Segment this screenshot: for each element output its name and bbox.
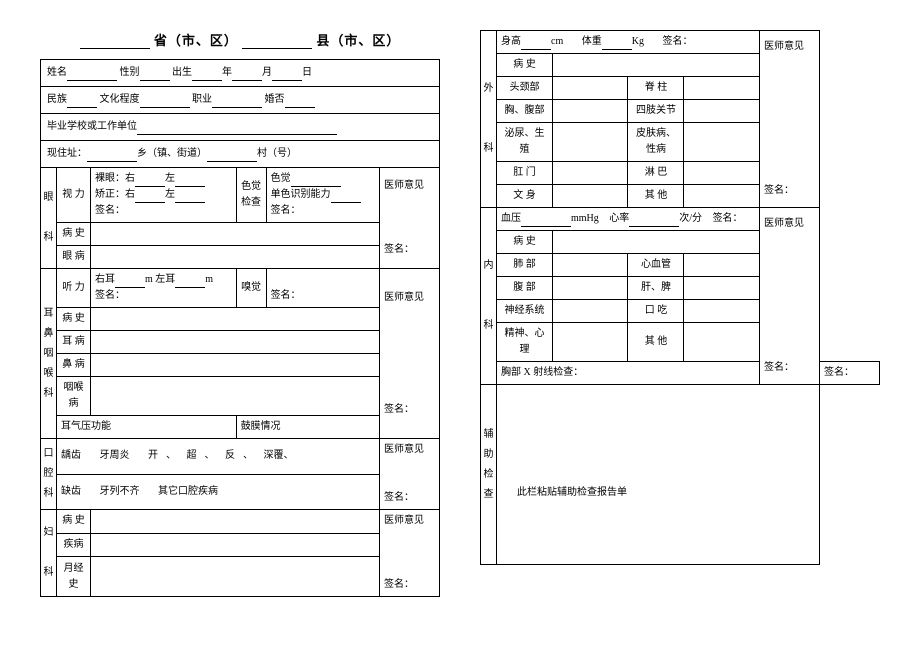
gyn-menses-label: 月经史 <box>57 557 91 597</box>
oral-row-1: 龋齿 牙周炎 开、 超、 反、 深覆、 <box>57 439 380 475</box>
gyn-disease-label: 疾病 <box>57 533 91 557</box>
info-row-2: 民族 文化程度 职业 婚否 <box>41 87 440 114</box>
left-table: 姓名 性别 出生年月日 民族 文化程度 职业 婚否 毕业学校或工作单位 现住址：… <box>40 59 440 597</box>
surg-history-label: 病 史 <box>497 54 553 77</box>
int-opinion: 医师意见 签名： <box>760 208 820 385</box>
oral-opinion: 医师意见 签名： <box>380 439 440 510</box>
int-dept-label: 内 科 <box>481 208 497 385</box>
eye-disease-label: 眼 病 <box>57 246 91 269</box>
ent-nose-label: 鼻 病 <box>57 354 91 377</box>
ent-opinion: 医师意见 签名： <box>380 269 440 439</box>
info-row-1: 姓名 性别 出生年月日 <box>41 60 440 87</box>
gyn-dept-label: 妇 科 <box>41 510 57 597</box>
form-title: 省（市、区） 县（市、区） <box>40 30 440 49</box>
oral-row-2: 缺齿 牙列不齐 其它口腔疾病 <box>57 474 380 510</box>
surg-opinion: 医师意见 签名： <box>760 31 820 208</box>
eye-history-value <box>91 223 380 246</box>
surg-dept-label: 外 科 <box>481 31 497 208</box>
left-page: 省（市、区） 县（市、区） 姓名 性别 出生年月日 民族 文化程度 职业 婚否 … <box>40 30 440 597</box>
eye-opinion: 医师意见 签名： <box>380 168 440 269</box>
int-measure: 血压mmHg 心率次/分 签名： <box>497 208 760 231</box>
ent-hearing-value: 右耳m 左耳m 签名： <box>91 269 237 308</box>
eye-vision-values: 裸眼：右左 矫正：右左 签名： <box>91 168 237 223</box>
right-page: 外 科 身高cm 体重Kg 签名： 医师意见 签名： 病 史 头颈部脊 柱 胸、… <box>480 30 880 597</box>
ent-history-label: 病 史 <box>57 308 91 331</box>
gyn-opinion: 医师意见 签名： <box>380 510 440 597</box>
color-check-label: 色觉 检查 <box>236 168 266 223</box>
ent-dept-label: 耳 鼻 咽 喉 科 <box>41 269 57 439</box>
aux-note: 此栏粘贴辅助检查报告单 <box>497 385 820 565</box>
xray-sign: 签名： <box>820 362 880 385</box>
ent-eardrum-label: 耳气压功能 <box>57 416 237 439</box>
ent-ear-label: 耳 病 <box>57 331 91 354</box>
info-row-3: 毕业学校或工作单位 <box>41 114 440 141</box>
info-row-4: 现住址：乡（镇、街道）村（号） <box>41 141 440 168</box>
color-values: 色觉 单色识别能力 签名： <box>266 168 379 223</box>
ent-hearing-label: 听 力 <box>57 269 91 308</box>
aux-dept-label: 辅 助 检 查 <box>481 385 497 565</box>
surg-measure: 身高cm 体重Kg 签名： <box>497 31 760 54</box>
eye-disease-value <box>91 246 380 269</box>
oral-dept-label: 口 腔 科 <box>41 439 57 510</box>
eye-history-label: 病 史 <box>57 223 91 246</box>
gyn-history-label: 病 史 <box>57 510 91 534</box>
ent-throat-label: 咽喉病 <box>57 377 91 416</box>
ent-drum-status: 鼓膜情况 <box>236 416 379 439</box>
eye-dept-label: 眼 科 <box>41 168 57 269</box>
eye-vision-label: 视 力 <box>57 168 91 223</box>
right-table: 外 科 身高cm 体重Kg 签名： 医师意见 签名： 病 史 头颈部脊 柱 胸、… <box>480 30 880 565</box>
ent-whisper-label: 嗅觉 <box>236 269 266 308</box>
ent-whisper-value: 签名： <box>266 269 379 308</box>
